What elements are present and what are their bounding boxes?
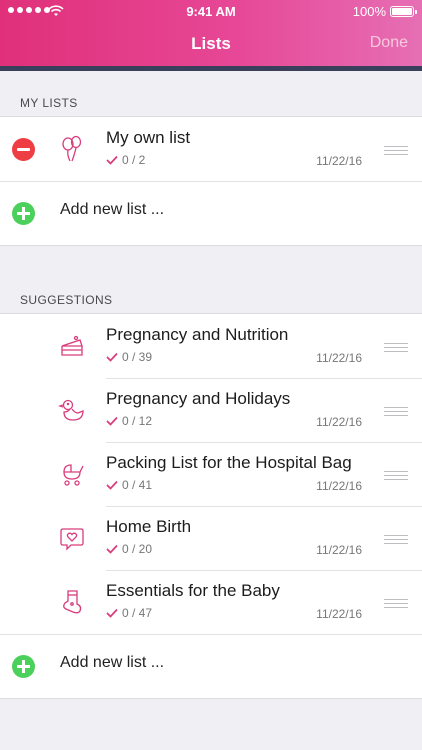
page-title: Lists [191,34,231,53]
reorder-handle-icon[interactable] [384,146,408,155]
stroller-icon [63,464,84,486]
cake-icon [61,335,83,356]
list-item[interactable]: Essentials for the Baby 0 / 47 11/22/16 [0,570,422,634]
battery-percentage: 100% [352,4,386,19]
list-date: 11/22/16 [316,543,362,557]
progress-count: 0 / 41 [122,478,153,492]
list-progress: 0 / 12 [106,414,152,428]
list-progress: 0 / 39 [106,350,152,364]
balloons-icon [62,135,82,162]
navigation-header: 9:41 AM 100% Lists Done [0,0,422,70]
list-item[interactable]: Packing List for the Hospital Bag 0 / 41… [0,442,422,506]
add-list-button[interactable] [12,655,35,678]
add-list-label[interactable]: Add new list ... [60,201,164,219]
list-item[interactable]: Pregnancy and Holidays 0 / 12 11/22/16 [0,378,422,442]
list-item[interactable]: Pregnancy and Nutrition 0 / 39 11/22/16 [0,314,422,378]
add-list-button[interactable] [12,202,35,225]
my-lists-group: My own list 0 / 2 11/22/16 Add new list … [0,116,422,246]
reorder-handle-icon[interactable] [384,599,408,608]
list-title: Packing List for the Hospital Bag [106,453,352,472]
reorder-handle-icon[interactable] [384,407,408,416]
checkmark-icon [106,544,118,554]
checkmark-icon [106,480,118,490]
list-date: 11/22/16 [316,479,362,493]
suggestions-header: SUGGESTIONS [20,293,113,307]
list-date: 11/22/16 [316,607,362,621]
rubber-duck-icon [58,399,84,421]
checkmark-icon [106,155,118,165]
baby-sock-icon [63,590,82,614]
list-date: 11/22/16 [316,154,362,168]
done-button[interactable]: Done [370,34,408,52]
list-date: 11/22/16 [316,351,362,365]
progress-count: 0 / 47 [122,606,153,620]
header-divider [0,66,422,71]
list-title: Essentials for the Baby [106,581,280,600]
list-title: Pregnancy and Holidays [106,389,291,408]
progress-count: 0 / 2 [122,153,146,167]
progress-count: 0 / 20 [122,542,153,556]
reorder-handle-icon[interactable] [384,535,408,544]
list-date: 11/22/16 [316,415,362,429]
reorder-handle-icon[interactable] [384,471,408,480]
list-title: My own list [106,128,191,147]
checkmark-icon [106,608,118,618]
list-progress: 0 / 47 [106,606,152,620]
battery-icon [390,6,417,17]
suggestions-group: Pregnancy and Nutrition 0 / 39 11/22/16 … [0,313,422,699]
list-title: Home Birth [106,517,192,536]
checkmark-icon [106,352,118,362]
checkmark-icon [106,416,118,426]
add-list-label[interactable]: Add new list ... [60,654,164,672]
add-list-row[interactable]: Add new list ... [0,634,422,698]
reorder-handle-icon[interactable] [384,343,408,352]
remove-list-button[interactable] [12,138,35,161]
status-bar: 9:41 AM 100% [0,0,422,24]
progress-count: 0 / 12 [122,414,153,428]
heart-bubble-icon [60,528,84,551]
list-progress: 0 / 2 [106,153,145,167]
my-lists-header: MY LISTS [20,96,78,110]
add-list-row[interactable]: Add new list ... [0,181,422,245]
progress-count: 0 / 39 [122,350,153,364]
list-item[interactable]: Home Birth 0 / 20 11/22/16 [0,506,422,570]
list-progress: 0 / 41 [106,478,152,492]
list-title: Pregnancy and Nutrition [106,325,289,344]
list-item[interactable]: My own list 0 / 2 11/22/16 [0,117,422,181]
list-progress: 0 / 20 [106,542,152,556]
